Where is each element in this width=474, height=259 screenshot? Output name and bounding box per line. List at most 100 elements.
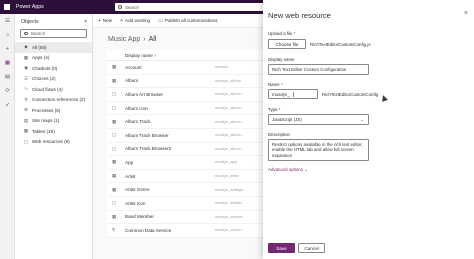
flow-icon[interactable]: ⟳ bbox=[0, 84, 15, 98]
row-display-name[interactable]: Album Track bbox=[125, 119, 215, 124]
objects-search-input[interactable]: Search bbox=[20, 29, 87, 38]
table-row[interactable]: ▦ Artist musdyn_artist bbox=[107, 170, 263, 184]
advanced-options-toggle[interactable]: Advanced options ⌄ bbox=[268, 167, 308, 173]
column-header-display-name[interactable]: Display name ↑ bbox=[125, 53, 215, 58]
command-button[interactable]: ▭ Publish all customizations bbox=[158, 18, 217, 24]
search-icon bbox=[24, 31, 28, 36]
command-label: Add existing bbox=[125, 18, 151, 23]
table-row[interactable]: ▢ Album Art Browser musdyn_album... bbox=[107, 88, 263, 102]
row-type-icon: ▢ bbox=[112, 105, 117, 111]
objects-list-item-label: All (55) bbox=[32, 44, 47, 50]
breadcrumb: Music App › All bbox=[93, 28, 263, 50]
rocket-icon[interactable]: ➶ bbox=[0, 98, 15, 112]
home-icon[interactable]: ⌂ bbox=[0, 28, 15, 42]
required-mark: * bbox=[293, 31, 296, 36]
close-icon[interactable]: × bbox=[464, 10, 468, 17]
row-display-name[interactable]: Album Track Browser2 bbox=[125, 146, 215, 151]
choose-file-button[interactable]: Choose file bbox=[268, 39, 306, 49]
table-row[interactable]: ▦ Account account bbox=[107, 61, 263, 75]
command-icon: + bbox=[98, 17, 101, 24]
row-display-name[interactable]: Album Art Browser bbox=[125, 92, 215, 97]
row-type-icon: ▢ bbox=[112, 200, 117, 206]
row-type-icon: ▦ bbox=[112, 118, 117, 124]
row-display-name[interactable]: Album bbox=[125, 78, 215, 83]
object-type-icon: ▦ bbox=[23, 54, 29, 60]
command-bar: + New + Add existing ▭ Publish all customizat… bbox=[93, 14, 263, 28]
table-row[interactable]: ▦ App musdyn_app bbox=[107, 156, 263, 170]
row-type-icon: ▢ bbox=[112, 91, 117, 97]
objects-list-item-label: Choices (2) bbox=[32, 76, 56, 82]
row-name: musdyn_album... bbox=[215, 146, 244, 151]
objects-list-item[interactable]: ▦ Apps (4) bbox=[15, 53, 92, 64]
chevron-down-icon: ⌄ bbox=[304, 167, 308, 172]
objects-list-item[interactable]: ⚙ Processes (6) bbox=[15, 105, 92, 116]
display-name-field[interactable]: Rich Text Editor Custom Configuration bbox=[268, 64, 369, 75]
table-row[interactable]: ▢ Album Icon musdyn_album... bbox=[107, 102, 263, 116]
objects-list-item[interactable]: ▦ Tables (19) bbox=[15, 126, 92, 137]
object-type-icon: ⚙ bbox=[24, 107, 28, 113]
table-row[interactable]: ⚲ Common Data Service musdyn_comm... bbox=[107, 224, 263, 238]
table-row[interactable]: ▢ Album Track Browser2 musdyn_album... bbox=[107, 143, 263, 157]
table-row[interactable]: ▢ Artist Icon musdyn_artistic... bbox=[107, 197, 263, 211]
objects-list: ◆ All (55) ▦ Apps (4) ◉ Chatbots (0) ☰ Choices … bbox=[15, 42, 92, 147]
objects-list-item-label: Web resources (9) bbox=[32, 139, 70, 145]
table-row[interactable]: ▦ Artist Genre musdyn_artistge... bbox=[107, 183, 263, 197]
table-row[interactable]: ▢ Album Track Browser musdyn_album... bbox=[107, 129, 263, 143]
cancel-button[interactable]: Cancel bbox=[298, 243, 325, 253]
row-display-name[interactable]: Band Member bbox=[125, 214, 215, 219]
row-display-name[interactable]: Album Icon bbox=[125, 106, 215, 111]
plus-icon[interactable]: + bbox=[0, 42, 15, 56]
table-rows: ▦ Account account ▦ Album musdyn_album ▢ Album … bbox=[107, 61, 263, 238]
object-type-icon: ◉ bbox=[24, 65, 28, 71]
row-name: musdyn_album... bbox=[215, 119, 244, 124]
type-label: Type * bbox=[268, 107, 281, 112]
global-search-placeholder: Search bbox=[125, 4, 139, 10]
row-name: musdyn_artist bbox=[215, 174, 239, 179]
breadcrumb-separator: › bbox=[143, 35, 146, 43]
objects-list-item[interactable]: ⚲ Connection references (2) bbox=[15, 95, 92, 106]
object-type-icon: ◆ bbox=[24, 44, 28, 50]
command-button[interactable]: + Add existing bbox=[120, 18, 150, 24]
save-button[interactable]: Save bbox=[268, 243, 295, 253]
row-type-icon: ▦ bbox=[112, 186, 117, 192]
table-row[interactable]: ▦ Band Member musdyn_bandm... bbox=[107, 211, 263, 225]
new-web-resource-panel: New web resource × Upload a file * Choos… bbox=[263, 0, 474, 259]
name-field[interactable]: RichTextEditorCustomConfig bbox=[321, 89, 378, 99]
row-display-name[interactable]: Account bbox=[125, 65, 215, 70]
objects-list-item[interactable]: ▢ Web resources (9) bbox=[15, 137, 92, 148]
object-type-icon: ∿ bbox=[24, 86, 28, 92]
object-type-icon: ▤ bbox=[23, 117, 29, 123]
global-search-input[interactable]: Search bbox=[115, 3, 265, 11]
objects-table: Display name ↑ ▦ Account account ▦ Album musd… bbox=[107, 50, 263, 238]
row-display-name[interactable]: Common Data Service bbox=[125, 228, 215, 233]
objects-list-item[interactable]: ◆ All (55) bbox=[15, 42, 92, 53]
row-display-name[interactable]: Artist Icon bbox=[125, 201, 215, 206]
row-display-name[interactable]: Artist Genre bbox=[125, 187, 215, 192]
table-row[interactable]: ▦ Album musdyn_album bbox=[107, 75, 263, 89]
app-launcher-icon[interactable] bbox=[0, 0, 14, 14]
type-select[interactable]: JavaScript (JS) ⌄ bbox=[268, 114, 369, 125]
command-button[interactable]: + New bbox=[98, 18, 112, 24]
row-display-name[interactable]: App bbox=[125, 160, 215, 165]
objects-panel: Objects × Search ◆ All (55) ▦ Apps (4) ◉ Chat… bbox=[15, 14, 93, 259]
objects-list-item-label: Site maps (1) bbox=[32, 118, 60, 124]
objects-list-item[interactable]: ▤ Site maps (1) bbox=[15, 116, 92, 127]
row-display-name[interactable]: Album Track Browser bbox=[125, 133, 215, 138]
objects-list-item[interactable]: ◉ Chatbots (0) bbox=[15, 63, 92, 74]
row-type-icon: ▦ bbox=[112, 77, 117, 83]
objects-list-item-label: Connection references (2) bbox=[32, 97, 86, 103]
table-row[interactable]: ▦ Album Track musdyn_album... bbox=[107, 115, 263, 129]
objects-list-item[interactable]: ∿ Cloud flows (4) bbox=[15, 84, 92, 95]
row-display-name[interactable]: Artist bbox=[125, 174, 215, 179]
chevron-down-icon: ⌄ bbox=[360, 117, 364, 122]
objects-list-item[interactable]: ☰ Choices (2) bbox=[15, 74, 92, 85]
description-field[interactable]: Restrict options available in the rich t… bbox=[268, 139, 369, 161]
objects-close-icon[interactable]: × bbox=[84, 19, 87, 25]
menu-icon[interactable]: ☰ bbox=[0, 14, 15, 28]
main-area: + New + Add existing ▭ Publish all customizat… bbox=[93, 14, 263, 259]
table-icon[interactable]: ▦ bbox=[0, 56, 15, 70]
row-type-icon: ⚲ bbox=[112, 227, 116, 233]
breadcrumb-parent[interactable]: Music App bbox=[108, 36, 140, 43]
book-icon[interactable]: ▤ bbox=[0, 70, 15, 84]
row-name: musdyn_album... bbox=[215, 106, 244, 111]
